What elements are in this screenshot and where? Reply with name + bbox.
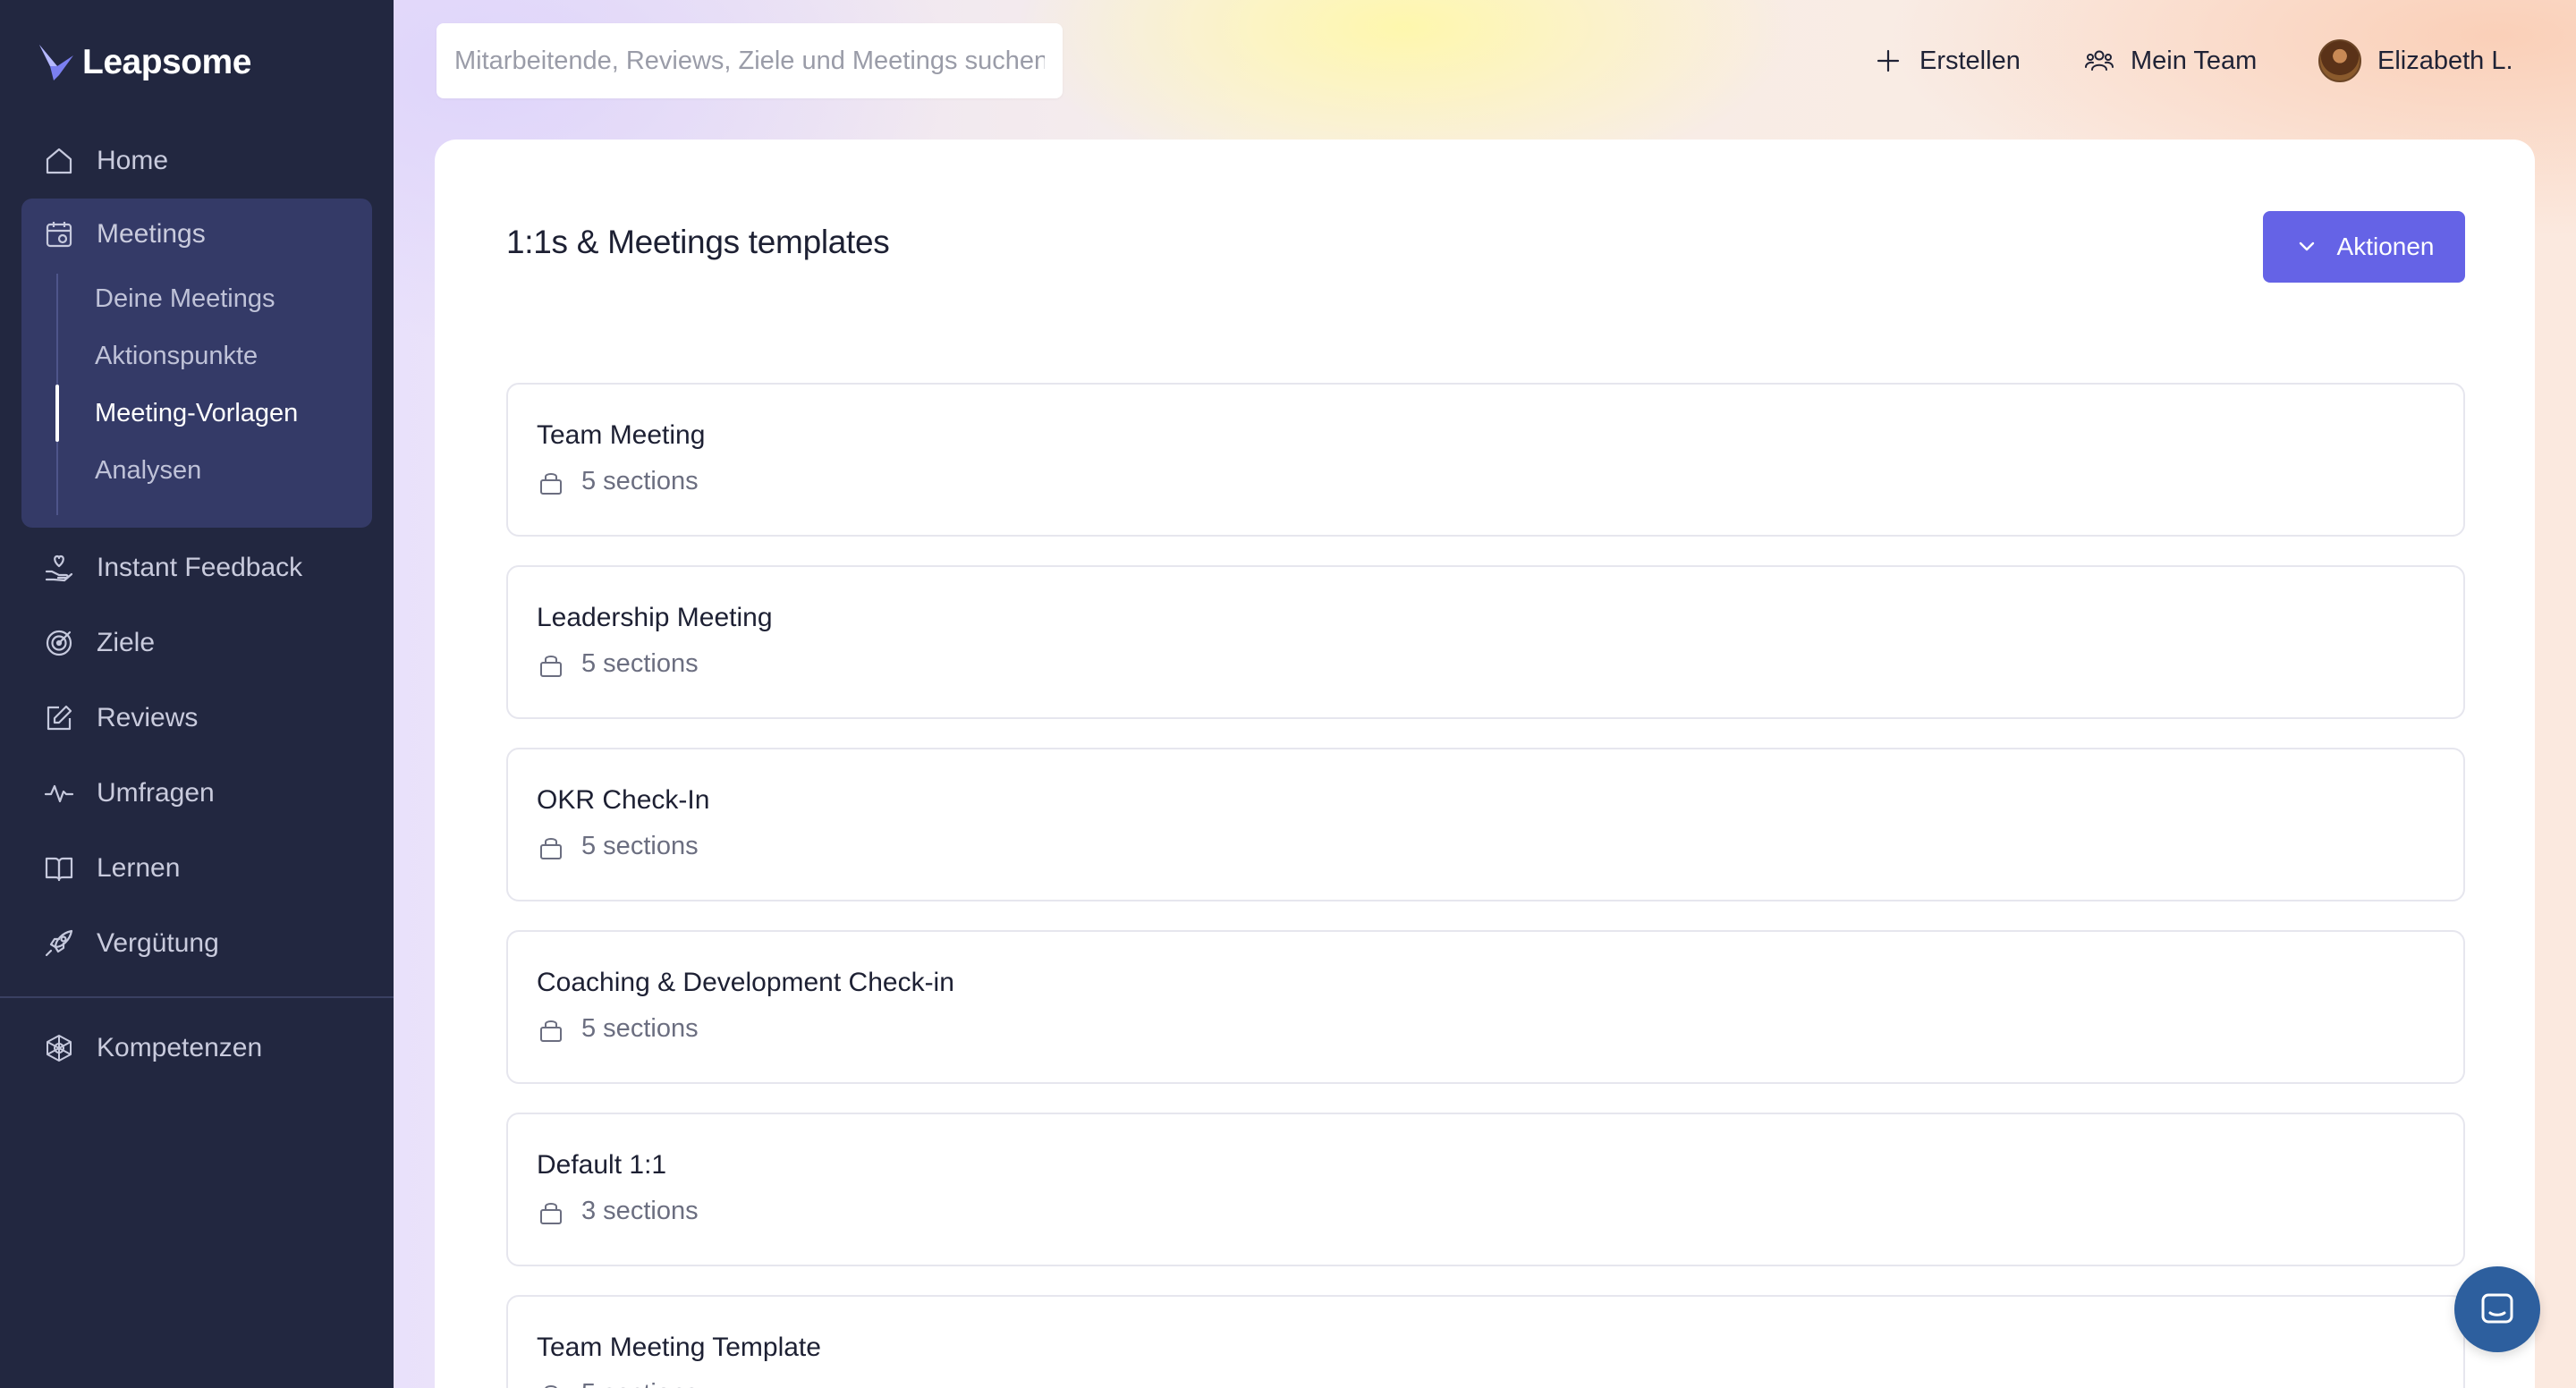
my-team-label: Mein Team: [2131, 46, 2258, 75]
template-name: Team Meeting: [537, 420, 706, 450]
create-button[interactable]: Erstellen: [1873, 32, 2021, 89]
edit-icon: [47, 705, 72, 731]
template-name: Team Meeting Template: [537, 1333, 821, 1362]
user-name: Elizabeth L.: [2377, 46, 2513, 75]
user-menu[interactable]: Elizabeth L.: [2318, 32, 2513, 89]
sidebar-item-meetings[interactable]: Meetings: [21, 202, 372, 267]
sidebar-item-label: Ziele: [97, 628, 156, 657]
template-name: Leadership Meeting: [537, 603, 773, 632]
sidebar: Leapsome Home Meetings Deine Meetings Ak…: [0, 0, 394, 1388]
template-row[interactable]: Leadership Meeting 5 sections: [506, 565, 2465, 719]
lock-icon: [540, 472, 562, 495]
home-icon: [46, 148, 72, 174]
template-sections: 5 sections: [581, 1379, 699, 1388]
plus-icon: [1877, 49, 1900, 72]
logo[interactable]: Leapsome: [38, 39, 251, 86]
calendar-icon: [46, 222, 72, 248]
template-row[interactable]: Default 1:1 3 sections: [506, 1113, 2465, 1266]
rocket-icon: [45, 929, 73, 957]
book-icon: [45, 857, 73, 882]
template-row[interactable]: Coaching & Development Check-in 5 sectio…: [506, 930, 2465, 1084]
sidebar-item-umfragen[interactable]: Umfragen: [21, 761, 372, 825]
template-name: OKR Check-In: [537, 785, 710, 815]
pulse-icon: [44, 784, 74, 803]
actions-dropdown-button[interactable]: Aktionen: [2263, 211, 2465, 283]
lock-icon: [545, 1384, 557, 1388]
lock-icon: [540, 655, 562, 677]
page-title: 1:1s & Meetings templates: [506, 224, 890, 260]
template-sections: 5 sections: [581, 1014, 699, 1043]
template-sections: 3 sections: [581, 1197, 699, 1225]
sidebar-divider: [0, 996, 394, 998]
sidebar-item-label: Umfragen: [97, 778, 215, 808]
lock-icon: [540, 837, 562, 859]
chat-icon: [2481, 1293, 2513, 1324]
target-icon: [46, 630, 72, 656]
template-meta: 5 sections: [537, 832, 699, 861]
template-sections: 5 sections: [581, 649, 699, 678]
sidebar-item-label: Instant Feedback: [97, 553, 303, 582]
sidebar-item-lernen[interactable]: Lernen: [21, 836, 372, 901]
template-name: Coaching & Development Check-in: [537, 968, 954, 997]
network-icon: [47, 1035, 72, 1062]
sidebar-item-label: Meetings: [97, 219, 206, 249]
hand-heart-icon: [45, 554, 73, 582]
sidebar-item-instant-feedback[interactable]: Instant Feedback: [21, 536, 372, 600]
sidebar-item-kompetenzen[interactable]: Kompetenzen: [21, 1016, 372, 1080]
lock-icon: [540, 1202, 562, 1224]
template-meta: 5 sections: [537, 467, 699, 496]
chevron-down-icon: [2299, 241, 2314, 251]
sidebar-group-meetings: Meetings Deine Meetings Aktionspunkte Me…: [21, 199, 372, 528]
template-row[interactable]: Team Meeting Template 5 sections: [506, 1295, 2465, 1388]
template-meta: 3 sections: [537, 1197, 699, 1226]
sidebar-item-label: Vergütung: [97, 928, 219, 958]
template-sections: 5 sections: [581, 832, 699, 860]
template-meta: 5 sections: [537, 1379, 699, 1388]
sidebar-item-reviews[interactable]: Reviews: [21, 686, 372, 750]
submenu-active-indicator: [55, 385, 59, 442]
template-row[interactable]: Team Meeting 5 sections: [506, 383, 2465, 537]
sidebar-subitem-analysen[interactable]: Analysen: [95, 447, 201, 494]
create-button-label: Erstellen: [1919, 46, 2021, 75]
chat-launcher-button[interactable]: [2454, 1266, 2540, 1352]
avatar: [2318, 39, 2361, 82]
sidebar-item-home[interactable]: Home: [21, 129, 372, 193]
sidebar-item-label: Kompetenzen: [97, 1033, 263, 1062]
sidebar-subitem-meeting-vorlagen[interactable]: Meeting-Vorlagen: [95, 390, 298, 436]
template-name: Default 1:1: [537, 1150, 667, 1180]
sidebar-item-label: Lernen: [97, 853, 181, 883]
lock-icon: [540, 1020, 562, 1042]
my-team-button[interactable]: Mein Team: [2084, 32, 2257, 89]
sidebar-item-label: Reviews: [97, 703, 199, 732]
actions-button-label: Aktionen: [2336, 233, 2435, 260]
templates-card: 1:1s & Meetings templates Aktionen Team …: [435, 140, 2535, 1388]
search-input[interactable]: [436, 23, 1063, 98]
sidebar-item-verguetung[interactable]: Vergütung: [21, 911, 372, 976]
sidebar-item-label: Home: [97, 146, 169, 175]
template-meta: 5 sections: [537, 1014, 699, 1044]
sidebar-subitem-aktionspunkte[interactable]: Aktionspunkte: [95, 333, 258, 379]
leapsome-logo-icon: [39, 45, 73, 80]
logo-text: Leapsome: [82, 43, 251, 81]
sidebar-subitem-deine-meetings[interactable]: Deine Meetings: [95, 275, 275, 322]
template-sections: 5 sections: [581, 467, 699, 495]
template-row[interactable]: OKR Check-In 5 sections: [506, 748, 2465, 901]
team-icon: [2085, 50, 2114, 71]
sidebar-item-ziele[interactable]: Ziele: [21, 611, 372, 675]
template-meta: 5 sections: [537, 649, 699, 679]
